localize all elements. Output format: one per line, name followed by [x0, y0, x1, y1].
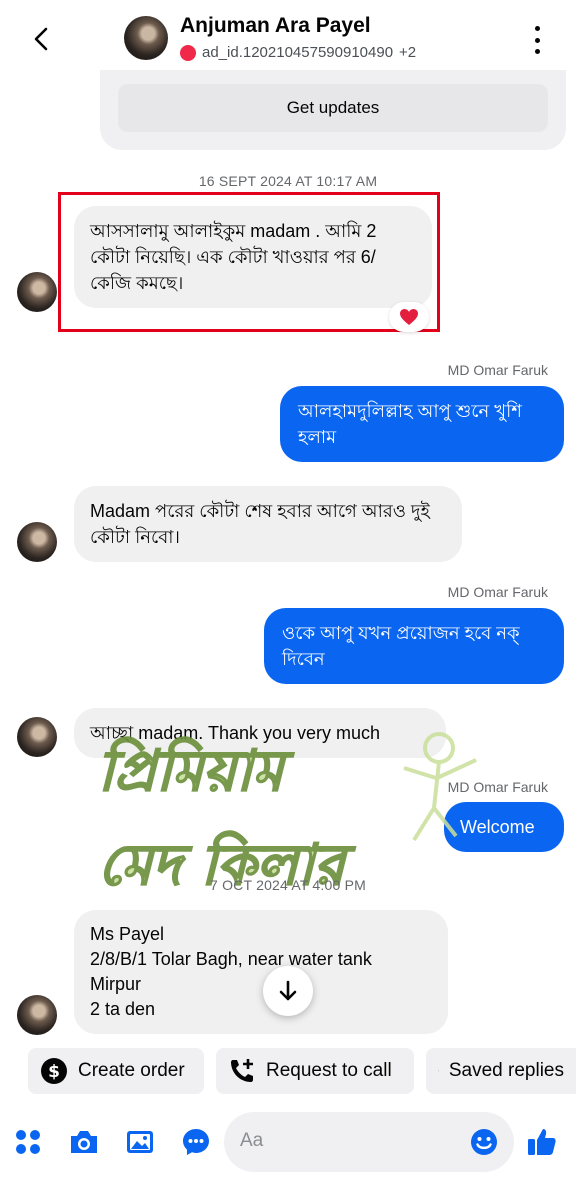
timestamp: 16 SEPT 2024 AT 10:17 AM	[198, 173, 378, 189]
chat-bubbles-icon	[438, 1070, 439, 1072]
sender-avatar[interactable]	[17, 717, 57, 757]
outgoing-message[interactable]: Welcome	[444, 802, 564, 852]
create-order-label: Create order	[78, 1060, 185, 1081]
image-icon	[127, 1131, 153, 1153]
phone-plus-icon	[231, 1059, 253, 1082]
request-to-call-label: Request to call	[266, 1060, 392, 1081]
outgoing-message[interactable]: আলহামদুলিল্লাহ আপু শুনে খুশি হলাম	[280, 386, 564, 462]
incoming-message[interactable]: আচ্ছা madam. Thank you very much	[74, 708, 446, 758]
kebab-dot	[534, 26, 540, 31]
back-button[interactable]	[28, 24, 54, 54]
heart-reaction[interactable]	[389, 302, 429, 332]
arrow-down-icon	[279, 980, 297, 1001]
more-count: +2	[399, 44, 417, 61]
dollar-icon: $	[41, 1058, 67, 1084]
ad-status-icon	[180, 44, 196, 61]
message-line: Ms Payel	[90, 924, 165, 944]
grid-dots-icon	[16, 1130, 40, 1154]
create-order-button[interactable]: $ Create order	[28, 1048, 204, 1094]
contact-name[interactable]: Anjuman Ara Payel	[180, 14, 371, 38]
sender-name: MD Omar Faruk	[447, 362, 548, 378]
more-chat-button[interactable]	[180, 1126, 212, 1158]
message-line: Mirpur	[90, 974, 142, 994]
message-input-placeholder: Aa	[240, 1130, 264, 1151]
emoji-button[interactable]	[468, 1126, 500, 1158]
conversation-header: Anjuman Ara Payel ad_id.1202104575909104…	[0, 0, 576, 80]
incoming-message[interactable]: আসসালামু আলাইকুম madam . আমি 2 কৌটা নিয়…	[74, 206, 432, 308]
saved-replies-label: Saved replies	[448, 1060, 564, 1081]
scroll-to-bottom-button[interactable]	[263, 966, 313, 1016]
timestamp: 7 OCT 2024 AT 4:00 PM	[210, 877, 366, 893]
sender-name: MD Omar Faruk	[447, 779, 548, 795]
kebab-dot	[534, 49, 540, 54]
get-updates-button[interactable]: Get updates	[118, 84, 548, 132]
contact-avatar[interactable]	[124, 16, 168, 60]
svg-text:$: $	[48, 1062, 60, 1082]
saved-replies-button[interactable]: Saved replies	[426, 1048, 576, 1094]
chevron-left-icon	[34, 27, 48, 51]
smiley-icon	[471, 1129, 497, 1155]
like-button[interactable]	[526, 1126, 558, 1158]
message-line: 2 ta den	[90, 999, 156, 1019]
outgoing-message[interactable]: ওকে আপু যখন প্রয়োজন হবে নক্ দিবেন	[264, 608, 564, 684]
thumbs-up-icon	[528, 1129, 556, 1155]
ad-id: ad_id.120210457590910490	[202, 44, 394, 61]
contact-subtitle: ad_id.120210457590910490 +2	[180, 44, 416, 61]
apps-button[interactable]	[12, 1126, 44, 1158]
heart-icon	[400, 309, 418, 325]
chat-dots-icon	[183, 1129, 209, 1155]
request-to-call-button[interactable]: Request to call	[216, 1048, 414, 1094]
sender-avatar[interactable]	[17, 272, 57, 312]
camera-button[interactable]	[68, 1126, 100, 1158]
incoming-message[interactable]: Madam পরের কৌটা শেষ হবার আগে আরও দুই কৌট…	[74, 486, 462, 562]
gallery-button[interactable]	[124, 1126, 156, 1158]
sender-avatar[interactable]	[17, 522, 57, 562]
more-options-button[interactable]	[532, 26, 542, 54]
incoming-message[interactable]: Ms Payel 2/8/B/1 Tolar Bagh, near water …	[74, 910, 448, 1034]
camera-icon	[71, 1131, 97, 1153]
sender-avatar[interactable]	[17, 995, 57, 1035]
sender-name: MD Omar Faruk	[447, 584, 548, 600]
kebab-dot	[534, 37, 540, 43]
message-line: 2/8/B/1 Tolar Bagh, near water tank	[90, 949, 372, 969]
